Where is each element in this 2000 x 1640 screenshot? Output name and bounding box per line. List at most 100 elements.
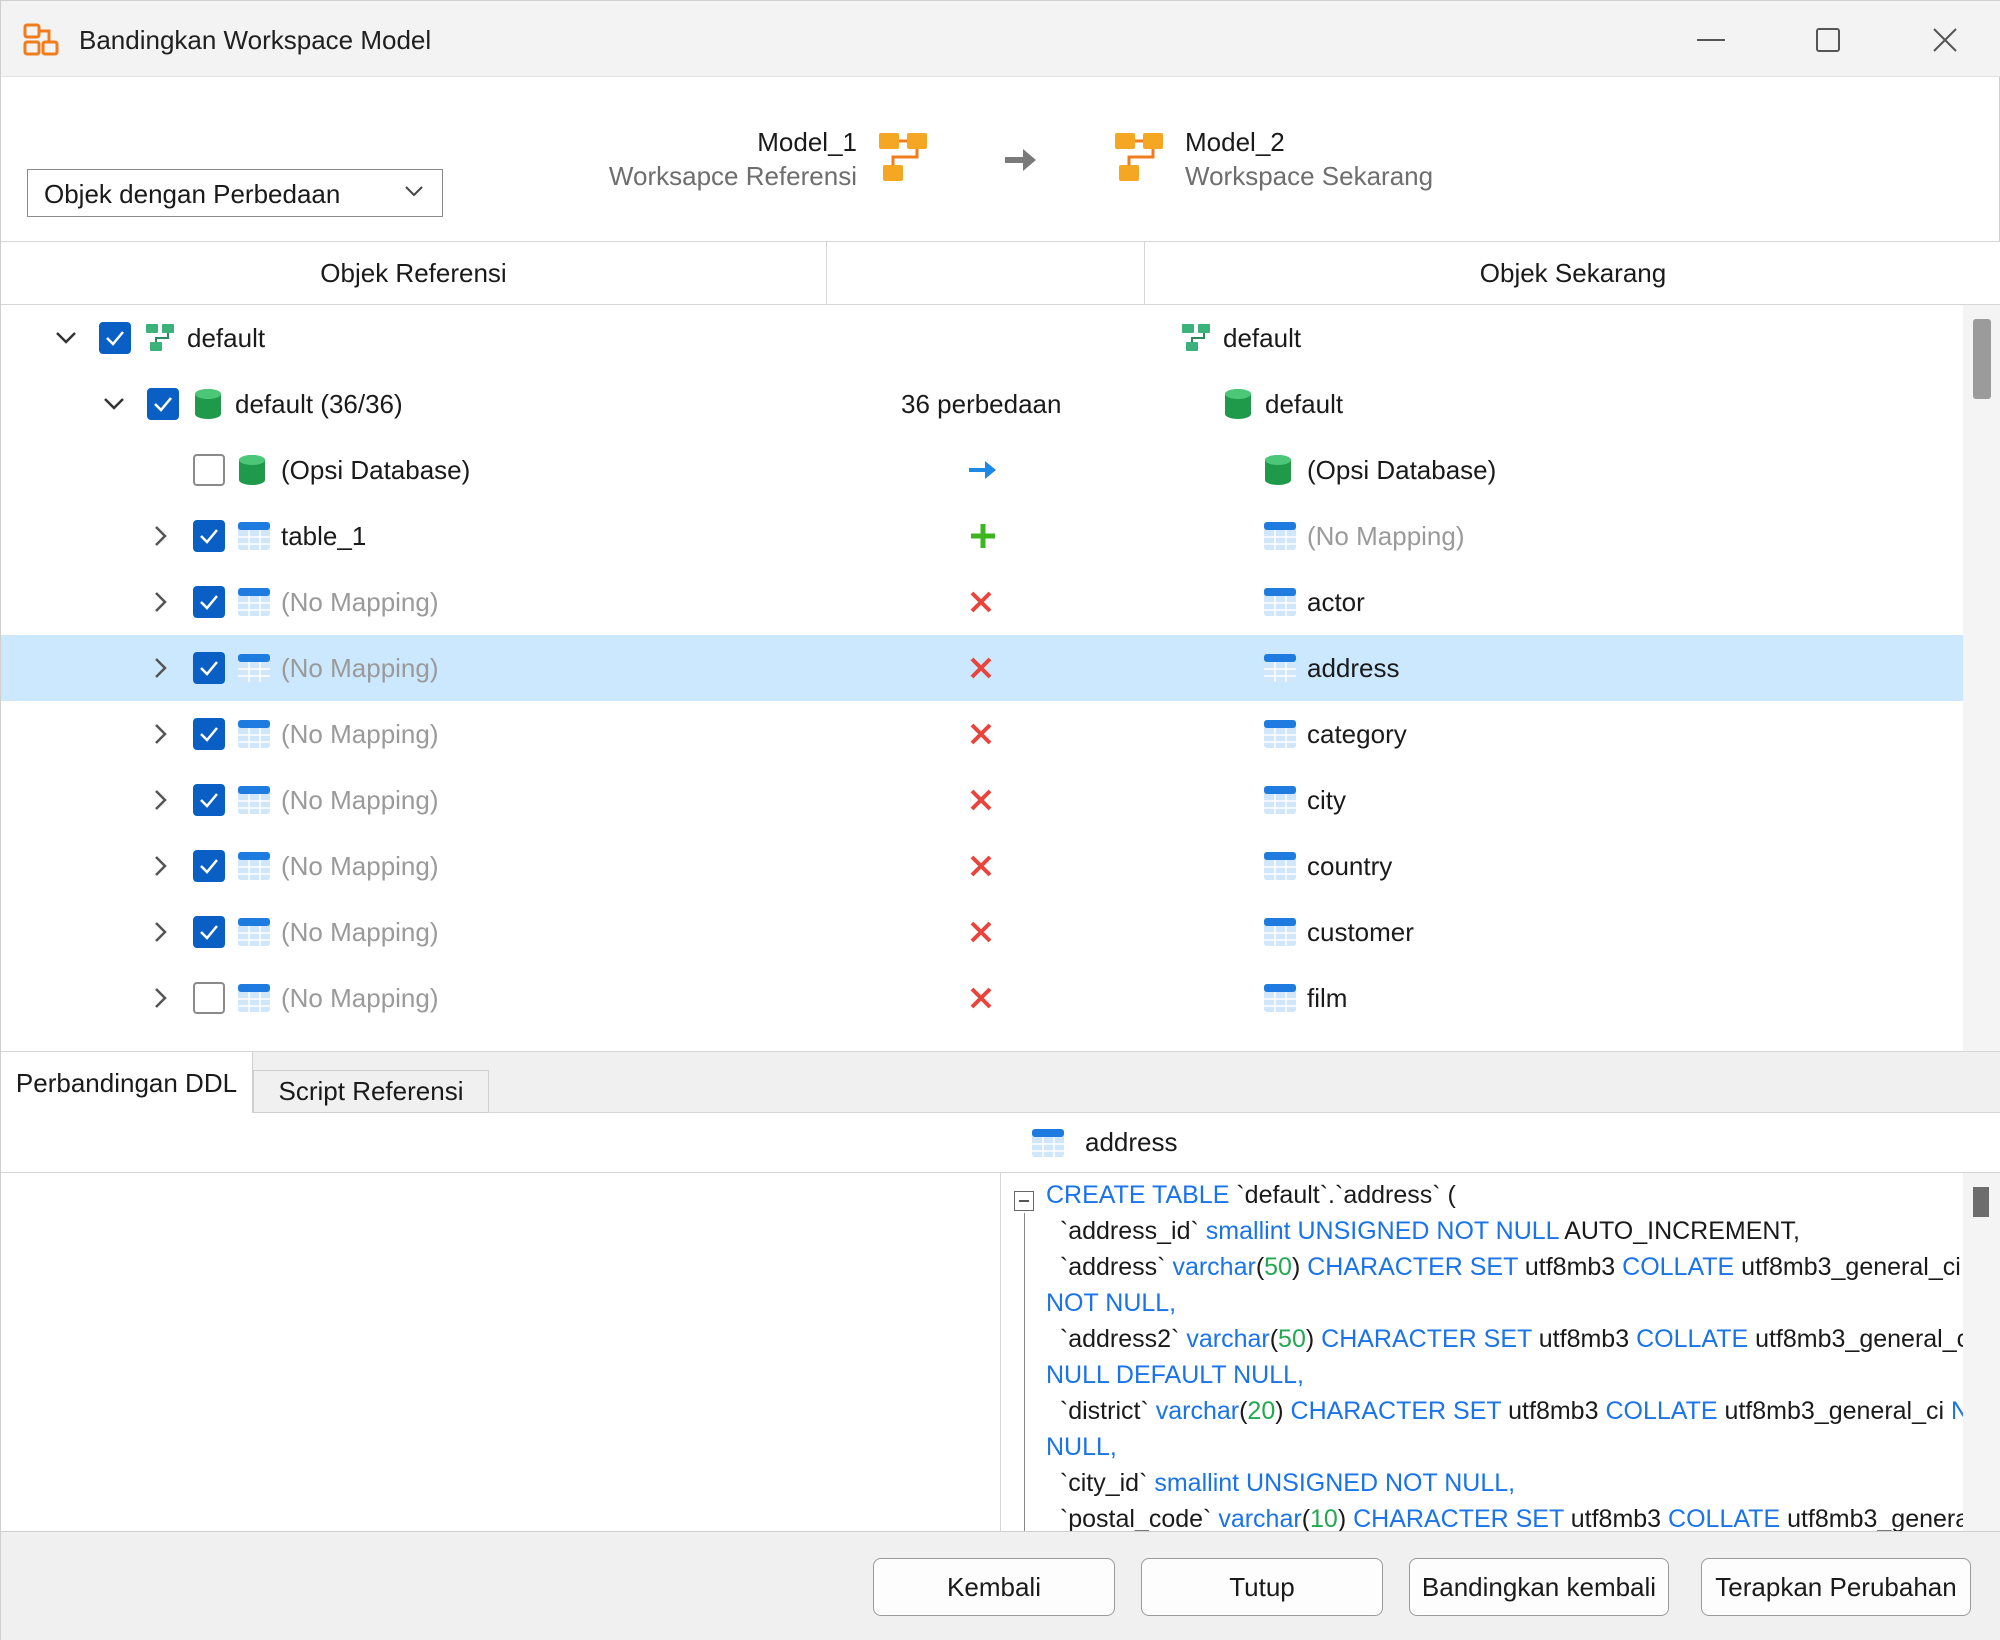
reference-object-label: (Opsi Database) — [281, 454, 471, 485]
bottom-tabs: Perbandingan DDL Script Referensi — [1, 1051, 2000, 1114]
row-checkbox[interactable] — [193, 982, 225, 1014]
close-button[interactable]: Tutup — [1141, 1558, 1383, 1616]
back-button[interactable]: Kembali — [873, 1558, 1115, 1616]
expand-toggle[interactable] — [103, 371, 125, 437]
reference-object-label: (No Mapping) — [281, 652, 439, 683]
tree-label-current: default — [1223, 322, 1302, 353]
tree-row-root-schema[interactable]: default default — [1, 305, 1963, 371]
database-icon — [1265, 455, 1291, 485]
code-fold-guide — [1024, 1213, 1025, 1531]
tree-row-object[interactable]: (No Mapping) city — [1, 767, 1963, 833]
current-object-label: customer — [1307, 916, 1414, 947]
scrollbar-thumb[interactable] — [1973, 319, 1991, 399]
chevron-down-icon — [405, 186, 423, 197]
chevron-right-icon — [155, 724, 167, 744]
delete-x-icon — [970, 855, 992, 877]
collapse-code-icon[interactable] — [1014, 1191, 1034, 1211]
checkmark-icon — [200, 595, 218, 610]
row-checkbox[interactable] — [193, 586, 225, 618]
tree-row-object[interactable]: (No Mapping) category — [1, 701, 1963, 767]
expand-toggle[interactable] — [153, 833, 167, 899]
update-arrow-icon — [969, 461, 996, 479]
tree-row-object[interactable]: (No Mapping) country — [1, 833, 1963, 899]
apply-changes-button[interactable]: Terapkan Perubahan — [1701, 1558, 1971, 1616]
checkmark-icon — [200, 727, 218, 742]
current-object-label: actor — [1307, 586, 1365, 617]
tree-row-object[interactable]: (No Mapping) customer — [1, 899, 1963, 965]
tree-row-object[interactable]: (No Mapping) address — [1, 635, 1963, 701]
column-header-reference[interactable]: Objek Referensi — [1, 242, 827, 304]
maximize-button[interactable] — [1798, 19, 1858, 61]
row-checkbox[interactable] — [193, 454, 225, 486]
table-icon — [1264, 654, 1296, 682]
recompare-button[interactable]: Bandingkan kembali — [1409, 1558, 1669, 1616]
table-icon — [238, 522, 270, 550]
ddl-scrollbar[interactable] — [1963, 1173, 2000, 1531]
minimize-button[interactable] — [1681, 19, 1741, 61]
tree-row-object[interactable]: table_1 (No Mapping) — [1, 503, 1963, 569]
chevron-right-icon — [155, 856, 167, 876]
ddl-code-line: `district` varchar(20) CHARACTER SET utf… — [1046, 1397, 1963, 1425]
reference-object-label: (No Mapping) — [281, 784, 439, 815]
target-model-name: Model_2 — [1185, 127, 1285, 157]
expand-toggle[interactable] — [153, 767, 167, 833]
expand-toggle[interactable] — [153, 899, 167, 965]
ddl-reference-pane[interactable] — [1, 1173, 1001, 1531]
ddl-code-line: `address_id` smallint UNSIGNED NOT NULL … — [1046, 1217, 1800, 1245]
expand-toggle[interactable] — [153, 701, 167, 767]
expand-toggle[interactable] — [55, 305, 77, 371]
database-checkbox[interactable] — [147, 388, 179, 420]
tree-row-object[interactable]: (No Mapping) film — [1, 965, 1963, 1031]
tree-label-current: default — [1265, 388, 1344, 419]
row-checkbox[interactable] — [193, 718, 225, 750]
tab-reference-script[interactable]: Script Referensi — [253, 1070, 489, 1113]
tree-row-database[interactable]: default (36/36) 36 perbedaan default — [1, 371, 1963, 437]
expand-toggle[interactable] — [153, 503, 167, 569]
tree-label: default (36/36) — [235, 388, 403, 419]
schema-icon — [1182, 324, 1210, 351]
row-checkbox[interactable] — [193, 652, 225, 684]
table-icon — [238, 918, 270, 946]
difference-count: 36 perbedaan — [901, 388, 1062, 419]
chevron-right-icon — [155, 592, 167, 612]
compare-workspace-window: Bandingkan Workspace Model Objek dengan … — [0, 0, 2000, 1640]
target-model-subtitle: Workspace Sekarang — [1185, 161, 1434, 191]
row-checkbox[interactable] — [193, 916, 225, 948]
expand-toggle[interactable] — [153, 965, 167, 1031]
close-window-button[interactable] — [1915, 19, 1975, 61]
root-checkbox[interactable] — [99, 322, 131, 354]
row-checkbox[interactable] — [193, 784, 225, 816]
reference-object-label: table_1 — [281, 520, 367, 551]
tree-label: default — [187, 322, 266, 353]
tree-scrollbar[interactable] — [1963, 305, 2000, 1051]
row-checkbox[interactable] — [193, 520, 225, 552]
delete-x-icon — [970, 987, 992, 1009]
delete-x-icon — [970, 789, 992, 811]
chevron-right-icon — [155, 790, 167, 810]
database-icon — [1225, 389, 1251, 419]
expand-toggle[interactable] — [153, 635, 167, 701]
database-icon — [195, 389, 221, 419]
tree-row-object[interactable]: (Opsi Database) (Opsi Database) — [1, 437, 1963, 503]
filter-dropdown[interactable]: Objek dengan Perbedaan — [27, 169, 443, 217]
ddl-code-line: NULL DEFAULT NULL, — [1046, 1361, 1304, 1389]
column-header-current[interactable]: Objek Sekarang — [1145, 242, 2000, 304]
current-object-label: (Opsi Database) — [1307, 454, 1497, 485]
tree-row-object[interactable]: (No Mapping) actor — [1, 569, 1963, 635]
row-checkbox[interactable] — [193, 850, 225, 882]
tab-ddl-comparison[interactable]: Perbandingan DDL — [1, 1052, 253, 1114]
current-object-label: country — [1307, 850, 1393, 881]
chevron-right-icon — [155, 526, 167, 546]
ddl-code-line: NULL, — [1046, 1433, 1117, 1461]
expand-toggle[interactable] — [153, 569, 167, 635]
table-icon — [238, 786, 270, 814]
model-workspace-icon — [1115, 133, 1163, 181]
scrollbar-thumb[interactable] — [1973, 1187, 1989, 1217]
chevron-right-icon — [155, 922, 167, 942]
ddl-current-pane[interactable]: CREATE TABLE `default`.`address` ( `addr… — [1002, 1173, 1963, 1531]
close-icon — [1933, 28, 1957, 52]
column-header-difference[interactable] — [827, 242, 1145, 304]
ddl-code-line: NOT NULL, — [1046, 1289, 1177, 1317]
checkmark-icon — [154, 397, 172, 412]
current-object-label: city — [1307, 784, 1346, 815]
